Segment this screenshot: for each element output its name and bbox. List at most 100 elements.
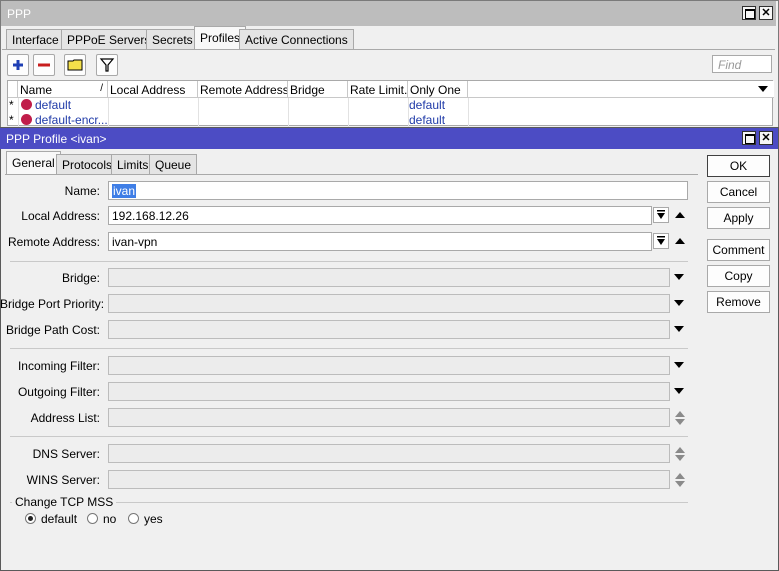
plus-icon	[13, 60, 23, 70]
collapse-arrow-icon[interactable]	[675, 238, 685, 244]
ppp-profile-title: PPP Profile <ivan>	[6, 132, 107, 146]
funnel-icon	[99, 58, 115, 72]
table-row[interactable]: * default-encr... default	[8, 113, 774, 128]
expand-down-icon[interactable]	[675, 481, 685, 487]
wins-server-input[interactable]	[108, 470, 670, 489]
tcp-mss-no-label[interactable]: no	[103, 512, 116, 526]
name-input[interactable]: ivan	[108, 181, 688, 200]
tcp-mss-default-radio[interactable]	[25, 513, 36, 524]
address-list-input[interactable]	[108, 408, 670, 427]
tab-secrets[interactable]: Secrets	[146, 29, 199, 49]
expand-up-icon[interactable]	[675, 447, 685, 453]
add-button[interactable]	[7, 54, 29, 76]
maximize-icon[interactable]	[742, 6, 756, 20]
outgoing-filter-label: Outgoing Filter:	[17, 385, 100, 399]
column-header-remote-address[interactable]: Remote Address	[198, 81, 288, 98]
remove-button[interactable]: Remove	[707, 291, 770, 313]
row-only-one: default	[409, 113, 446, 127]
column-header-bridge[interactable]: Bridge	[288, 81, 348, 98]
close-icon[interactable]: ✕	[759, 131, 773, 145]
section-separator	[10, 261, 688, 262]
ppp-titlebar[interactable]: PPP ✕	[1, 1, 776, 26]
remote-address-input[interactable]: ivan-vpn	[108, 232, 652, 251]
apply-button[interactable]: Apply	[707, 207, 770, 229]
bridge-path-cost-label: Bridge Path Cost:	[5, 323, 100, 337]
local-address-label: Local Address:	[21, 209, 100, 223]
dns-server-label: DNS Server:	[32, 447, 100, 461]
tcp-mss-no-radio[interactable]	[87, 513, 98, 524]
row-name: default-encr...	[35, 113, 108, 127]
cancel-button[interactable]: Cancel	[707, 181, 770, 203]
profile-icon	[21, 99, 32, 110]
ppp-window-title: PPP	[7, 7, 32, 21]
bridge-port-priority-dropdown-icon[interactable]	[674, 300, 684, 306]
expand-down-icon[interactable]	[675, 455, 685, 461]
tcp-mss-yes-radio[interactable]	[128, 513, 139, 524]
tab-pppoe-servers[interactable]: PPPoE Servers	[61, 29, 157, 49]
name-value: ivan	[112, 184, 137, 198]
remove-button[interactable]	[33, 54, 55, 76]
ok-button[interactable]: OK	[707, 155, 770, 177]
tab-divider	[2, 49, 775, 50]
row-flag: *	[9, 98, 14, 112]
tcp-mss-legend: Change TCP MSS	[12, 495, 117, 509]
column-header-rate-limit[interactable]: Rate Limit...	[348, 81, 408, 98]
maximize-icon[interactable]	[742, 131, 756, 145]
tab-queue[interactable]: Queue	[149, 154, 198, 174]
collapse-arrow-icon[interactable]	[675, 212, 685, 218]
wins-server-label: WINS Server:	[26, 473, 100, 487]
tab-protocols[interactable]: Protocols	[56, 154, 119, 174]
column-header-flag	[8, 81, 18, 98]
outgoing-filter-dropdown-icon[interactable]	[674, 388, 684, 394]
incoming-filter-select[interactable]	[108, 356, 670, 375]
profile-icon	[21, 114, 32, 125]
ppp-profile-titlebar[interactable]: PPP Profile <ivan> ✕	[0, 128, 778, 149]
find-input[interactable]: Find	[712, 55, 772, 73]
row-only-one: default	[409, 98, 446, 112]
bridge-path-cost-dropdown-icon[interactable]	[674, 326, 684, 332]
incoming-filter-dropdown-icon[interactable]	[674, 362, 684, 368]
local-address-input[interactable]: 192.168.12.26	[108, 206, 652, 225]
copy-button[interactable]: Copy	[707, 265, 770, 287]
column-header-local-address[interactable]: Local Address	[108, 81, 198, 98]
tab-limits[interactable]: Limits	[111, 154, 155, 174]
name-label: Name:	[64, 184, 100, 198]
filter-button[interactable]	[96, 54, 118, 76]
remote-address-dropdown[interactable]	[653, 233, 669, 249]
local-address-dropdown[interactable]	[653, 207, 669, 223]
close-icon[interactable]: ✕	[759, 6, 773, 20]
address-list-label: Address List:	[30, 411, 100, 425]
tcp-mss-yes-label[interactable]: yes	[144, 512, 163, 526]
bridge-dropdown-icon[interactable]	[674, 274, 684, 280]
tab-interface[interactable]: Interface	[6, 29, 65, 49]
bridge-label: Bridge:	[61, 271, 100, 285]
dns-server-input[interactable]	[108, 444, 670, 463]
expand-up-icon[interactable]	[675, 411, 685, 417]
bridge-port-priority-select[interactable]	[108, 294, 670, 313]
minus-icon	[38, 63, 50, 67]
columns-menu-icon[interactable]	[758, 86, 768, 92]
tcp-mss-default-label[interactable]: default	[41, 512, 77, 526]
note-icon	[67, 59, 83, 71]
remote-address-label: Remote Address:	[7, 235, 100, 249]
bridge-path-cost-select[interactable]	[108, 320, 670, 339]
row-name: default	[35, 98, 72, 112]
profiles-table: Name / Local Address Remote Address Brid…	[7, 80, 774, 128]
expand-up-icon[interactable]	[675, 473, 685, 479]
column-header-only-one[interactable]: Only One	[408, 81, 468, 98]
comment-button[interactable]	[64, 54, 86, 76]
column-header-filler	[468, 81, 774, 98]
sort-indicator: /	[100, 83, 103, 94]
bridge-port-priority-label: Bridge Port Priority:	[0, 297, 105, 311]
tab-active-connections[interactable]: Active Connections	[239, 29, 354, 49]
outgoing-filter-select[interactable]	[108, 382, 670, 401]
column-header-name[interactable]: Name /	[18, 81, 108, 98]
dropdown-icon	[657, 210, 665, 219]
section-separator	[10, 348, 688, 349]
comment-button[interactable]: Comment	[707, 239, 770, 261]
incoming-filter-label: Incoming Filter:	[17, 359, 100, 373]
bridge-select[interactable]	[108, 268, 670, 287]
expand-down-icon[interactable]	[675, 419, 685, 425]
tab-general[interactable]: General	[6, 151, 61, 174]
table-row[interactable]: * default default	[8, 98, 774, 113]
